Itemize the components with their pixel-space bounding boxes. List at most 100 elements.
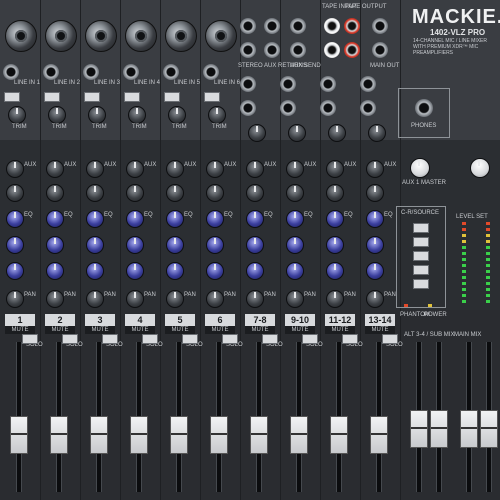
trim-knob[interactable] bbox=[128, 106, 146, 124]
main-out-jack-1[interactable] bbox=[372, 18, 388, 34]
tape-input-rca-right[interactable] bbox=[344, 18, 360, 34]
cr-source-button-3[interactable] bbox=[413, 251, 429, 261]
eq-low-knob[interactable] bbox=[126, 262, 144, 280]
eq-mid-knob[interactable] bbox=[166, 236, 184, 254]
mute-button[interactable]: MUTE bbox=[45, 326, 75, 334]
trim-knob[interactable] bbox=[48, 106, 66, 124]
stereo-return-jack-4[interactable] bbox=[264, 42, 280, 58]
trim-knob[interactable] bbox=[208, 106, 226, 124]
aux-2-knob[interactable] bbox=[326, 184, 344, 202]
main-out-jack-2[interactable] bbox=[372, 42, 388, 58]
channel-fader[interactable] bbox=[170, 416, 188, 454]
aux-1-knob[interactable] bbox=[246, 160, 264, 178]
eq-high-knob[interactable] bbox=[246, 210, 264, 228]
eq-mid-knob[interactable] bbox=[326, 236, 344, 254]
line-in-jack-11[interactable] bbox=[320, 76, 336, 92]
channel-button[interactable] bbox=[164, 92, 180, 102]
phones-jack[interactable] bbox=[415, 99, 433, 117]
channel-fader[interactable] bbox=[250, 416, 268, 454]
line-in-jack[interactable] bbox=[123, 64, 139, 80]
channel-fader[interactable] bbox=[130, 416, 148, 454]
submix-fader-2[interactable] bbox=[430, 410, 448, 448]
input-knob[interactable] bbox=[288, 124, 306, 142]
aux-1-knob[interactable] bbox=[6, 160, 24, 178]
aux-1-knob[interactable] bbox=[46, 160, 64, 178]
line-in-jack[interactable] bbox=[163, 64, 179, 80]
trim-knob[interactable] bbox=[8, 106, 26, 124]
eq-low-knob[interactable] bbox=[246, 262, 264, 280]
eq-high-knob[interactable] bbox=[6, 210, 24, 228]
xlr-mic-input[interactable] bbox=[5, 20, 37, 52]
eq-high-knob[interactable] bbox=[126, 210, 144, 228]
eq-mid-knob[interactable] bbox=[126, 236, 144, 254]
eq-mid-knob[interactable] bbox=[6, 236, 24, 254]
mute-button[interactable]: MUTE bbox=[245, 326, 275, 334]
eq-high-knob[interactable] bbox=[86, 210, 104, 228]
cr-source-button-2[interactable] bbox=[413, 237, 429, 247]
pan-knob[interactable] bbox=[126, 290, 144, 308]
cr-source-button-4[interactable] bbox=[413, 265, 429, 275]
channel-button[interactable] bbox=[4, 92, 20, 102]
solo-button[interactable] bbox=[22, 334, 38, 344]
pan-knob[interactable] bbox=[46, 290, 64, 308]
eq-low-knob[interactable] bbox=[86, 262, 104, 280]
stereo-return-jack-2[interactable] bbox=[264, 18, 280, 34]
line-in-jack-12[interactable] bbox=[320, 100, 336, 116]
mute-button[interactable]: MUTE bbox=[85, 326, 115, 334]
xlr-mic-input[interactable] bbox=[85, 20, 117, 52]
line-in-jack[interactable] bbox=[203, 64, 219, 80]
trim-knob[interactable] bbox=[88, 106, 106, 124]
mute-button[interactable]: MUTE bbox=[205, 326, 235, 334]
aux-2-knob[interactable] bbox=[46, 184, 64, 202]
line-in-jack-8[interactable] bbox=[240, 100, 256, 116]
channel-fader[interactable] bbox=[330, 416, 348, 454]
pan-knob[interactable] bbox=[206, 290, 224, 308]
cr-source-button-5[interactable] bbox=[413, 279, 429, 289]
phones-level-knob[interactable] bbox=[470, 158, 490, 178]
cr-source-button-1[interactable] bbox=[413, 223, 429, 233]
xlr-mic-input[interactable] bbox=[125, 20, 157, 52]
mute-button[interactable]: MUTE bbox=[325, 326, 355, 334]
mute-button[interactable]: MUTE bbox=[285, 326, 315, 334]
line-in-jack-14[interactable] bbox=[360, 100, 376, 116]
channel-fader[interactable] bbox=[90, 416, 108, 454]
solo-button[interactable] bbox=[62, 334, 78, 344]
pan-knob[interactable] bbox=[166, 290, 184, 308]
xlr-mic-input[interactable] bbox=[205, 20, 237, 52]
line-in-jack-10[interactable] bbox=[280, 100, 296, 116]
eq-low-knob[interactable] bbox=[46, 262, 64, 280]
eq-mid-knob[interactable] bbox=[206, 236, 224, 254]
eq-low-knob[interactable] bbox=[366, 262, 384, 280]
eq-high-knob[interactable] bbox=[326, 210, 344, 228]
eq-low-knob[interactable] bbox=[206, 262, 224, 280]
eq-high-knob[interactable] bbox=[366, 210, 384, 228]
pan-knob[interactable] bbox=[86, 290, 104, 308]
solo-button[interactable] bbox=[382, 334, 398, 344]
aux-1-knob[interactable] bbox=[166, 160, 184, 178]
aux-send-jack-1[interactable] bbox=[290, 18, 306, 34]
tape-output-rca-left[interactable] bbox=[324, 42, 340, 58]
aux-1-master-knob[interactable] bbox=[410, 158, 430, 178]
mute-button[interactable]: MUTE bbox=[5, 326, 35, 334]
pan-knob[interactable] bbox=[326, 290, 344, 308]
mute-button[interactable]: MUTE bbox=[365, 326, 395, 334]
aux-2-knob[interactable] bbox=[246, 184, 264, 202]
eq-low-knob[interactable] bbox=[286, 262, 304, 280]
pan-knob[interactable] bbox=[286, 290, 304, 308]
mute-button[interactable]: MUTE bbox=[165, 326, 195, 334]
aux-2-knob[interactable] bbox=[366, 184, 384, 202]
line-in-jack-13[interactable] bbox=[360, 76, 376, 92]
eq-mid-knob[interactable] bbox=[86, 236, 104, 254]
xlr-mic-input[interactable] bbox=[45, 20, 77, 52]
mute-button[interactable]: MUTE bbox=[125, 326, 155, 334]
channel-button[interactable] bbox=[84, 92, 100, 102]
solo-button[interactable] bbox=[102, 334, 118, 344]
trim-knob[interactable] bbox=[168, 106, 186, 124]
eq-mid-knob[interactable] bbox=[286, 236, 304, 254]
aux-2-knob[interactable] bbox=[206, 184, 224, 202]
eq-mid-knob[interactable] bbox=[366, 236, 384, 254]
aux-1-knob[interactable] bbox=[206, 160, 224, 178]
solo-button[interactable] bbox=[262, 334, 278, 344]
aux-1-knob[interactable] bbox=[326, 160, 344, 178]
pan-knob[interactable] bbox=[6, 290, 24, 308]
